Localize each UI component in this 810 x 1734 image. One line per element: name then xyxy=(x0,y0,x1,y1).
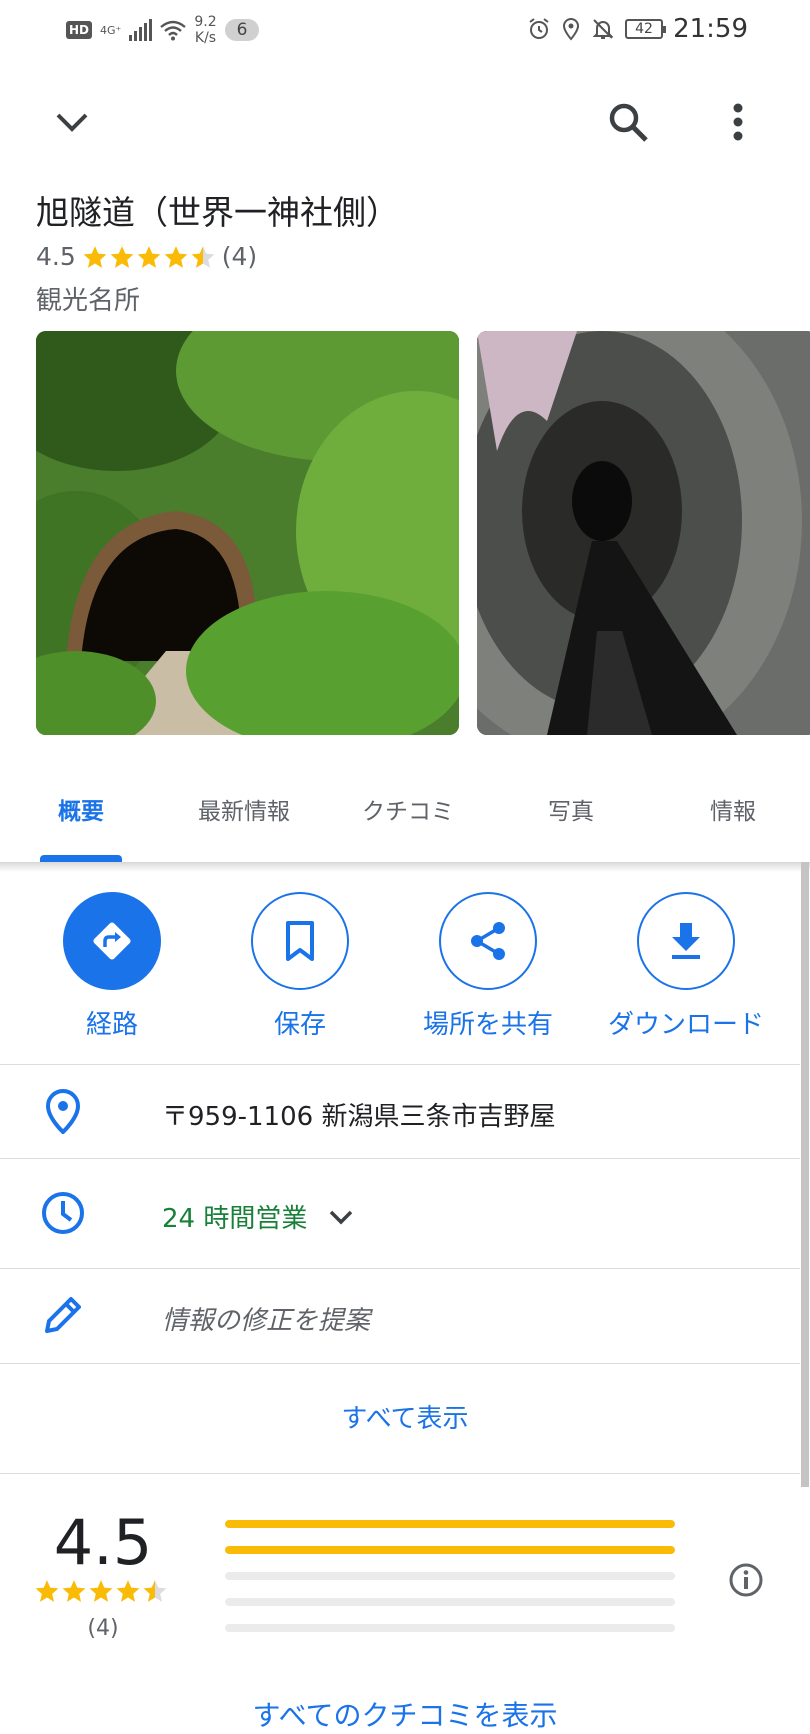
hours-text: 24 時間営業 xyxy=(162,1204,308,1234)
tab-overview[interactable]: 概要 xyxy=(58,792,104,826)
directions-circle xyxy=(63,892,161,990)
rating-bar-2 xyxy=(225,1598,675,1606)
half-star-icon xyxy=(143,1580,167,1602)
collapse-chevron-button[interactable] xyxy=(46,96,98,148)
search-icon xyxy=(609,103,648,142)
tab-bar: 概要 最新情報 クチコミ 写真 情報 xyxy=(0,770,810,862)
star-icon xyxy=(137,245,161,268)
divider xyxy=(0,1268,800,1269)
info-icon[interactable] xyxy=(728,1562,764,1598)
rating-bar-1 xyxy=(225,1624,675,1632)
suggest-row-icon xyxy=(40,1292,86,1338)
download-button[interactable]: ダウンロード xyxy=(596,892,776,1041)
share-button[interactable]: 場所を共有 xyxy=(398,892,578,1041)
rating-row[interactable]: 4.5 (4) xyxy=(36,242,257,271)
mute-bell-icon xyxy=(592,19,614,39)
save-button[interactable]: 保存 xyxy=(210,892,390,1041)
divider xyxy=(0,1064,800,1065)
star-icon xyxy=(116,1580,140,1602)
star-icon xyxy=(83,245,107,268)
tab-reviews[interactable]: クチコミ xyxy=(362,792,454,826)
star-icon xyxy=(164,245,188,268)
search-button[interactable] xyxy=(600,94,656,150)
share-circle xyxy=(439,892,537,990)
share-label: 場所を共有 xyxy=(422,1010,553,1040)
hd-icon: HD xyxy=(66,21,93,39)
overall-rating: 4.5 xyxy=(53,1506,153,1579)
rating-value: 4.5 xyxy=(36,242,76,271)
star-icon xyxy=(62,1580,86,1602)
active-tab-indicator xyxy=(40,855,122,862)
notification-count: 6 xyxy=(224,19,260,41)
network-speed: 9.2 K/s xyxy=(194,14,217,46)
star-icon xyxy=(89,1580,113,1602)
bookmark-icon xyxy=(286,921,314,961)
rating-bar-3 xyxy=(225,1572,675,1580)
rating-bar-5 xyxy=(225,1520,675,1528)
review-count: (4) xyxy=(221,242,258,271)
status-bar: HD 4G⁺ 9.2 K/s 6 42 21:59 xyxy=(0,0,810,60)
star-icon xyxy=(110,245,134,268)
location-pin-icon xyxy=(45,1088,81,1134)
directions-label: 経路 xyxy=(85,1010,138,1040)
divider xyxy=(0,1363,800,1364)
tunnel-entrance-photo[interactable] xyxy=(36,331,459,735)
suggest-edit-link[interactable]: 情報の修正を提案 xyxy=(162,1300,370,1337)
alarm-icon xyxy=(529,18,549,39)
scrollbar[interactable] xyxy=(801,862,809,1487)
hours-row-icon xyxy=(40,1190,86,1236)
edit-pencil-icon xyxy=(45,1297,81,1333)
hours-toggle[interactable]: 24 時間営業 xyxy=(162,1198,355,1235)
location-icon xyxy=(563,17,580,41)
network-type: 4G⁺ xyxy=(100,23,122,37)
directions-button[interactable]: 経路 xyxy=(22,892,202,1041)
star-rating xyxy=(82,244,216,270)
clock-icon xyxy=(42,1192,84,1234)
tab-shadow xyxy=(0,862,810,872)
rating-bar-4 xyxy=(225,1546,675,1554)
divider xyxy=(0,1158,800,1159)
clock: 21:59 xyxy=(673,14,748,44)
save-label: 保存 xyxy=(273,1010,326,1040)
tab-photos[interactable]: 写真 xyxy=(548,792,594,826)
chevron-down-icon xyxy=(330,1210,353,1224)
save-circle xyxy=(251,892,349,990)
more-options-button[interactable] xyxy=(712,94,764,150)
tab-updates[interactable]: 最新情報 xyxy=(198,792,290,826)
download-icon xyxy=(672,923,700,959)
wifi-icon xyxy=(160,20,187,41)
address-row-icon xyxy=(40,1088,86,1134)
place-category: 観光名所 xyxy=(36,286,141,316)
download-circle xyxy=(637,892,735,990)
star-icon xyxy=(35,1580,59,1602)
tab-info[interactable]: 情報 xyxy=(710,792,756,826)
tunnel-interior-photo[interactable] xyxy=(477,331,810,735)
more-vert-icon xyxy=(733,103,743,141)
download-label: ダウンロード xyxy=(607,1010,764,1040)
directions-icon xyxy=(93,922,131,960)
place-title: 旭隧道（世界一神社側） xyxy=(36,193,399,232)
chevron-down-icon xyxy=(56,113,88,132)
overall-stars xyxy=(34,1578,168,1604)
divider xyxy=(0,1473,800,1474)
half-star-icon xyxy=(191,245,215,268)
signal-icon xyxy=(129,19,153,41)
battery-icon: 42 xyxy=(625,19,667,39)
share-icon xyxy=(471,922,505,960)
show-all-link[interactable]: すべて表示 xyxy=(0,1398,810,1435)
overall-review-count: (4) xyxy=(87,1616,119,1641)
all-reviews-link[interactable]: すべてのクチコミを表示 xyxy=(0,1694,810,1734)
address-text[interactable]: 〒959-1106 新潟県三条市吉野屋 xyxy=(162,1096,555,1133)
